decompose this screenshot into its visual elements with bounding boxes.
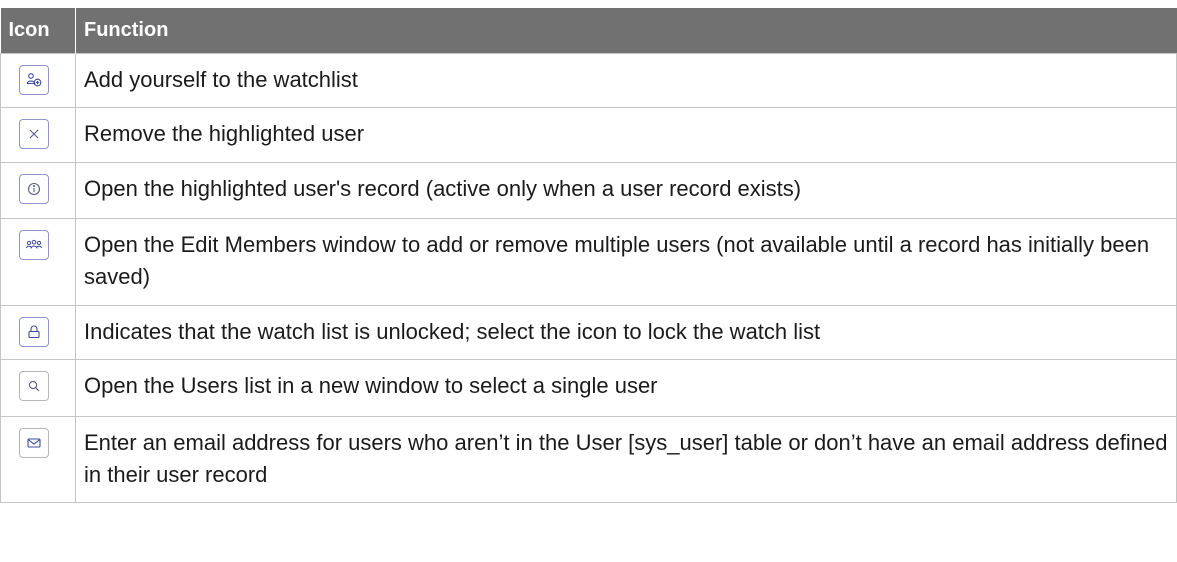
- close-icon[interactable]: [19, 118, 49, 149]
- icon-cell: [0, 217, 76, 306]
- table-row: Remove the highlighted user: [0, 106, 1177, 163]
- unlock-icon[interactable]: [19, 316, 49, 347]
- email-icon[interactable]: [19, 427, 49, 458]
- icon-column-header: Icon: [0, 8, 76, 53]
- add-me-icon[interactable]: [19, 64, 49, 95]
- function-cell: Enter an email address for users who are…: [75, 415, 1177, 503]
- function-cell: Open the Users list in a new window to s…: [75, 358, 1177, 417]
- table-row: Open the highlighted user's record (acti…: [0, 161, 1177, 219]
- function-cell: Remove the highlighted user: [75, 106, 1177, 163]
- function-cell: Open the Edit Members window to add or r…: [75, 217, 1177, 306]
- function-cell: Add yourself to the watchlist: [75, 52, 1177, 108]
- icon-cell: [0, 106, 76, 163]
- table-row: Open the Edit Members window to add or r…: [0, 217, 1177, 306]
- icon-function-table: Icon Function Add yourself to the watchl…: [0, 8, 1177, 503]
- table-row: Add yourself to the watchlist: [0, 52, 1177, 108]
- table-row: Indicates that the watch list is unlocke…: [0, 304, 1177, 360]
- table-row: Open the Users list in a new window to s…: [0, 358, 1177, 417]
- function-cell: Indicates that the watch list is unlocke…: [75, 304, 1177, 360]
- table-header: Icon Function: [0, 8, 1177, 53]
- icon-cell: [0, 358, 76, 417]
- icon-cell: [0, 304, 76, 360]
- table-row: Enter an email address for users who are…: [0, 415, 1177, 503]
- search-icon[interactable]: [19, 370, 49, 401]
- icon-cell: [0, 415, 76, 503]
- info-icon[interactable]: [19, 173, 49, 204]
- function-column-header: Function: [75, 8, 1177, 53]
- function-cell: Open the highlighted user's record (acti…: [75, 161, 1177, 219]
- icon-cell: [0, 161, 76, 219]
- icon-cell: [0, 52, 76, 108]
- group-icon[interactable]: [19, 229, 49, 260]
